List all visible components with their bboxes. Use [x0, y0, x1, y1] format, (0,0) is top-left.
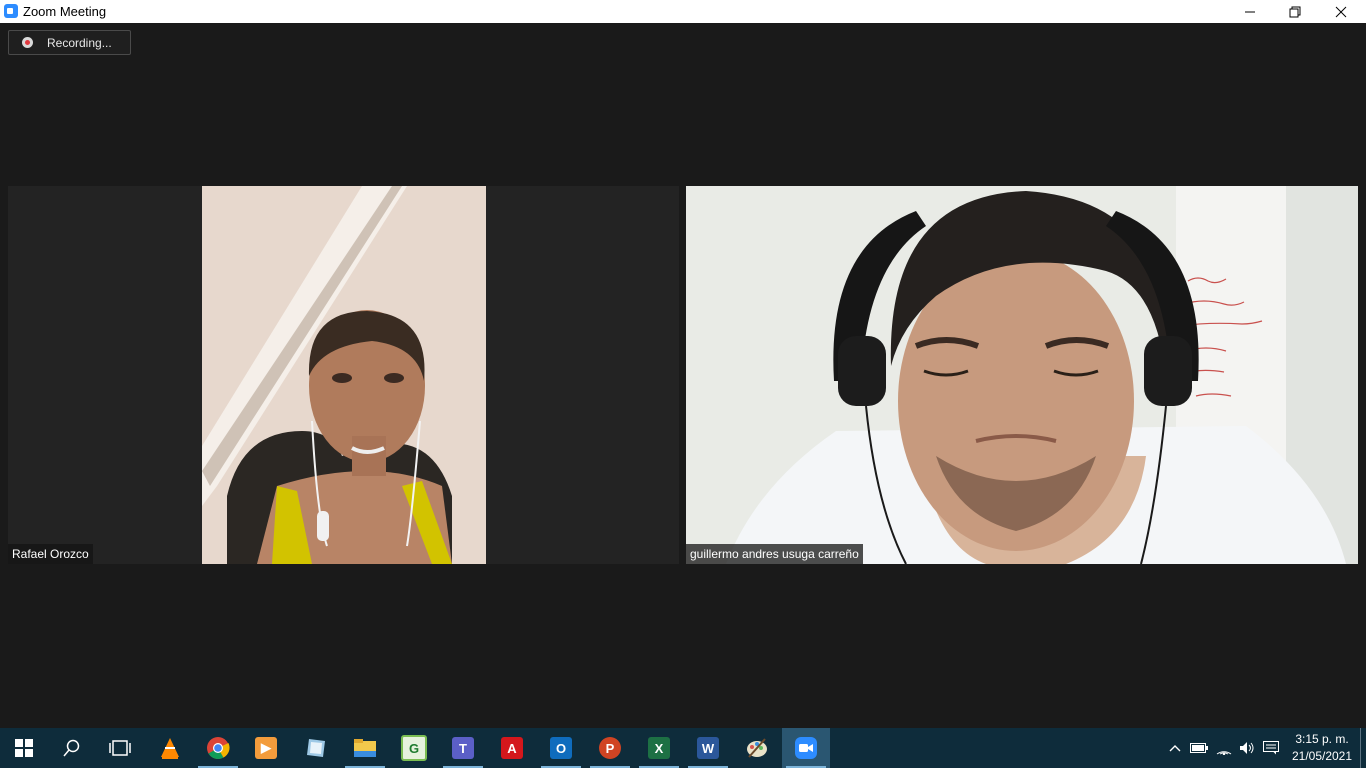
- close-icon: [1335, 6, 1347, 17]
- file-explorer-icon: [354, 739, 376, 757]
- wifi-icon: [1216, 751, 1232, 755]
- paint-icon: [747, 738, 767, 758]
- recording-indicator[interactable]: Recording...: [8, 30, 131, 55]
- powerpoint-app[interactable]: P: [586, 728, 634, 768]
- notepad-icon: [307, 739, 325, 757]
- show-desktop-button[interactable]: [1360, 728, 1361, 768]
- excel-icon: X: [648, 737, 670, 759]
- vlc-app[interactable]: [146, 728, 194, 768]
- volume-button[interactable]: [1236, 728, 1258, 768]
- recording-icon: [22, 37, 33, 48]
- action-center-button[interactable]: [1260, 728, 1282, 768]
- minimize-icon: [1245, 11, 1255, 12]
- clock-date: 21/05/2021: [1291, 749, 1353, 763]
- show-hidden-icons-button[interactable]: [1164, 728, 1186, 768]
- excel-app[interactable]: X: [635, 728, 683, 768]
- word-app[interactable]: W: [684, 728, 732, 768]
- geogebra-app[interactable]: G: [390, 728, 438, 768]
- window-title-bar: Zoom Meeting: [0, 0, 1366, 23]
- teams-icon: T: [452, 737, 474, 759]
- media-player-icon: ▶: [255, 737, 277, 759]
- media-player-app[interactable]: ▶: [242, 728, 290, 768]
- zoom-app[interactable]: [782, 728, 830, 768]
- video-tile-2[interactable]: guillermo andres usuga carreño: [686, 186, 1358, 564]
- notification-icon: [1263, 741, 1279, 755]
- recording-label: Recording...: [47, 36, 112, 50]
- clock-time: 3:15 p. m.: [1295, 732, 1349, 746]
- volume-icon: [1240, 742, 1254, 754]
- chevron-up-icon: [1169, 745, 1181, 752]
- video-tile-1[interactable]: Rafael Orozco: [8, 186, 679, 564]
- acrobat-app[interactable]: A: [488, 728, 536, 768]
- network-button[interactable]: [1212, 728, 1236, 768]
- participant-video-1: [202, 186, 486, 564]
- chrome-app[interactable]: [194, 728, 242, 768]
- participant-name-2: guillermo andres usuga carreño: [686, 544, 863, 564]
- zoom-app-icon: [4, 4, 18, 18]
- notepad-app[interactable]: [292, 728, 340, 768]
- zoom-icon: [795, 737, 817, 759]
- start-button[interactable]: [0, 728, 48, 768]
- paint-app[interactable]: [733, 728, 781, 768]
- acrobat-icon: A: [501, 737, 523, 759]
- windows-taskbar: ▶ G T A O P X W 3:15 p. m. 21/05/2021: [0, 728, 1366, 768]
- restore-icon: [1289, 6, 1301, 17]
- minimize-button[interactable]: [1227, 0, 1273, 23]
- task-view-button[interactable]: [96, 728, 144, 768]
- search-button[interactable]: [48, 728, 96, 768]
- teams-app[interactable]: T: [439, 728, 487, 768]
- taskbar-clock[interactable]: 3:15 p. m. 21/05/2021: [1288, 731, 1356, 765]
- word-icon: W: [697, 737, 719, 759]
- outlook-app[interactable]: O: [537, 728, 585, 768]
- chrome-icon: [207, 737, 230, 759]
- powerpoint-icon: P: [599, 737, 621, 759]
- outlook-icon: O: [550, 737, 572, 759]
- restore-button[interactable]: [1272, 0, 1318, 23]
- search-icon: [63, 739, 80, 757]
- window-title: Zoom Meeting: [23, 4, 107, 19]
- file-explorer-app[interactable]: [341, 728, 389, 768]
- participant-name-1: Rafael Orozco: [8, 544, 93, 564]
- task-view-icon: [109, 740, 131, 756]
- close-button[interactable]: [1318, 0, 1364, 23]
- participant-video-2: [686, 186, 1358, 564]
- battery-button[interactable]: [1188, 728, 1210, 768]
- start-icon: [15, 739, 33, 757]
- battery-icon: [1190, 743, 1208, 753]
- vlc-icon: [161, 738, 179, 759]
- geogebra-icon: G: [401, 735, 427, 761]
